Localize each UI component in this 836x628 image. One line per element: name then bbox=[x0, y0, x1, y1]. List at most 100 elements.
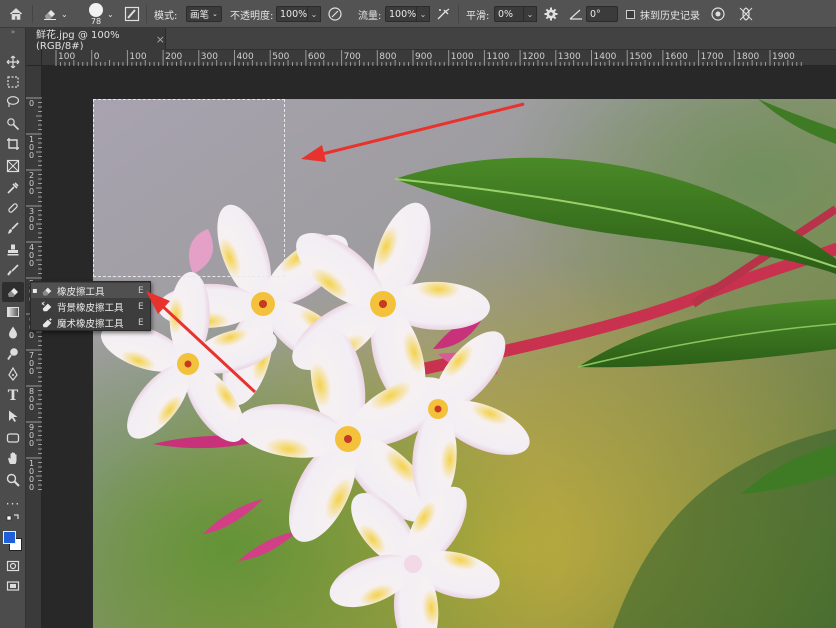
path-selection-tool-icon[interactable] bbox=[2, 406, 24, 426]
move-tool-icon[interactable] bbox=[2, 52, 24, 72]
ruler-tick-label: 300 bbox=[200, 52, 218, 62]
ruler-tick-label: 1800 bbox=[736, 52, 760, 62]
angle-icon bbox=[566, 0, 586, 28]
selected-indicator-icon: ▪ bbox=[32, 286, 38, 295]
screen-mode-icon[interactable] bbox=[2, 576, 24, 596]
brush-tool-icon[interactable] bbox=[2, 218, 24, 238]
airbrush-icon[interactable] bbox=[434, 0, 454, 28]
ruler-origin[interactable] bbox=[26, 50, 42, 66]
tools-panel: » T ··· bbox=[0, 28, 26, 628]
separator bbox=[146, 5, 147, 23]
ruler-tick-label: 800 bbox=[379, 52, 397, 62]
eyedropper-tool-icon[interactable] bbox=[2, 178, 24, 198]
erase-history-checkbox[interactable] bbox=[626, 0, 636, 28]
ruler-tick-label: 100 bbox=[129, 52, 147, 62]
ruler-tick-label: 1700 bbox=[700, 52, 724, 62]
horizontal-ruler: 100 0 100 200 300 400 500 600 700 800 900 1000 1100 1… bbox=[42, 50, 836, 66]
close-icon[interactable]: × bbox=[156, 33, 165, 46]
ruler-tick-label: 1600 bbox=[664, 52, 688, 62]
settings-gear-icon[interactable] bbox=[541, 0, 561, 28]
dodge-tool-icon[interactable] bbox=[2, 344, 24, 364]
marquee-tool-icon[interactable] bbox=[2, 72, 24, 92]
quick-selection-tool-icon[interactable] bbox=[2, 114, 24, 134]
ruler-tick-label: 1300 bbox=[557, 52, 581, 62]
ruler-tick-label: 1200 bbox=[522, 52, 545, 62]
angle-input[interactable]: 0° bbox=[586, 6, 618, 22]
lasso-tool-icon[interactable] bbox=[2, 92, 24, 112]
flow-label: 流量: bbox=[358, 10, 382, 22]
flyout-item-eraser[interactable]: ▪ 橡皮擦工具 E bbox=[31, 283, 150, 298]
chevron-down-icon[interactable]: ⌄ bbox=[107, 0, 114, 28]
ruler-tick-label: 1100 bbox=[486, 52, 510, 62]
type-tool-icon[interactable]: T bbox=[2, 386, 24, 406]
rectangle-tool-icon[interactable] bbox=[2, 428, 24, 448]
swap-colors-icon[interactable] bbox=[2, 512, 24, 524]
mode-value: 画笔 bbox=[190, 10, 210, 21]
ruler-tick-label: 0 bbox=[93, 52, 100, 62]
document-tab-title: 鲜花.jpg @ 100%(RGB/8#) bbox=[36, 30, 120, 52]
eraser-tool-icon[interactable] bbox=[2, 282, 24, 302]
brush-size-picker[interactable]: 78 bbox=[85, 0, 107, 28]
ruler-tick-label: 100 bbox=[29, 135, 35, 160]
frame-tool-icon[interactable] bbox=[2, 156, 24, 176]
magic-eraser-icon bbox=[39, 316, 55, 329]
eraser-tool-flyout: ▪ 橡皮擦工具 E 背景橡皮擦工具 E 魔术橡皮擦工具 E bbox=[30, 281, 151, 331]
hand-tool-icon[interactable] bbox=[2, 448, 24, 468]
flyout-item-background-eraser[interactable]: 背景橡皮擦工具 E bbox=[31, 299, 150, 314]
ruler-tick-label: 700 bbox=[29, 351, 35, 376]
quick-mask-icon[interactable] bbox=[2, 556, 24, 576]
ruler-tick-label: 0 bbox=[29, 99, 35, 108]
ruler-tick-label: 900 bbox=[415, 52, 433, 62]
pen-tool-icon[interactable] bbox=[2, 364, 24, 384]
symmetry-icon[interactable] bbox=[736, 0, 756, 28]
zoom-tool-icon[interactable] bbox=[2, 470, 24, 490]
opacity-label: 不透明度: bbox=[230, 10, 274, 22]
ruler-tick-label: 400 bbox=[236, 52, 254, 62]
history-brush-tool-icon[interactable] bbox=[2, 260, 24, 280]
flow-input[interactable]: 100% bbox=[385, 6, 417, 22]
more-tools-icon[interactable]: ··· bbox=[2, 494, 24, 514]
blur-tool-icon[interactable] bbox=[2, 322, 24, 342]
separator bbox=[458, 5, 459, 23]
ruler-tick-label: 700 bbox=[343, 52, 361, 62]
ruler-tick-label: 1900 bbox=[772, 52, 795, 62]
ruler-tick-label: 400 bbox=[29, 243, 35, 268]
foreground-color-swatch[interactable] bbox=[3, 531, 16, 544]
ruler-tick-label: 1400 bbox=[593, 52, 617, 62]
ruler-tick-label: 600 bbox=[307, 52, 326, 62]
opacity-input[interactable]: 100% bbox=[276, 6, 308, 22]
mode-select[interactable]: 画笔 ⌄ bbox=[186, 6, 222, 22]
ruler-tick-label: 1000 bbox=[450, 52, 474, 62]
flyout-label: 背景橡皮擦工具 bbox=[57, 302, 124, 314]
brush-size-value: 78 bbox=[90, 16, 102, 26]
opacity-dropdown[interactable]: ⌄ bbox=[307, 6, 321, 22]
brush-settings-icon[interactable] bbox=[122, 0, 142, 28]
flyout-item-magic-eraser[interactable]: 魔术橡皮擦工具 E bbox=[31, 315, 150, 330]
mode-label: 模式: bbox=[154, 10, 178, 22]
flyout-shortcut: E bbox=[138, 285, 144, 296]
ruler-tick-label: 800 bbox=[29, 387, 35, 412]
erase-history-label: 抹到历史记录 bbox=[640, 10, 700, 22]
flow-dropdown[interactable]: ⌄ bbox=[416, 6, 430, 22]
gradient-tool-icon[interactable] bbox=[2, 302, 24, 322]
pressure-size-icon[interactable] bbox=[708, 0, 728, 28]
panel-collapse-icon[interactable]: » bbox=[2, 28, 24, 36]
eraser-icon[interactable] bbox=[40, 0, 60, 28]
ruler-tick-label: 100 bbox=[58, 52, 76, 62]
brush-tip-icon bbox=[89, 2, 103, 17]
healing-brush-tool-icon[interactable] bbox=[2, 198, 24, 218]
home-icon[interactable] bbox=[6, 0, 26, 28]
flyout-label: 魔术橡皮擦工具 bbox=[57, 318, 124, 330]
pressure-opacity-icon[interactable] bbox=[325, 0, 345, 28]
clone-stamp-tool-icon[interactable] bbox=[2, 240, 24, 260]
smoothing-label: 平滑: bbox=[466, 10, 490, 22]
chevron-down-icon[interactable]: ⌄ bbox=[61, 0, 68, 28]
document-tab[interactable]: 鲜花.jpg @ 100%(RGB/8#) × bbox=[26, 28, 166, 52]
eraser-icon bbox=[39, 284, 55, 297]
marquee-selection bbox=[93, 99, 285, 277]
flyout-label: 橡皮擦工具 bbox=[57, 286, 105, 298]
smoothing-input[interactable]: 0% bbox=[494, 6, 524, 22]
smoothing-dropdown[interactable]: ⌄ bbox=[523, 6, 537, 22]
ruler-tick-label: 1500 bbox=[629, 52, 653, 62]
crop-tool-icon[interactable] bbox=[2, 134, 24, 154]
